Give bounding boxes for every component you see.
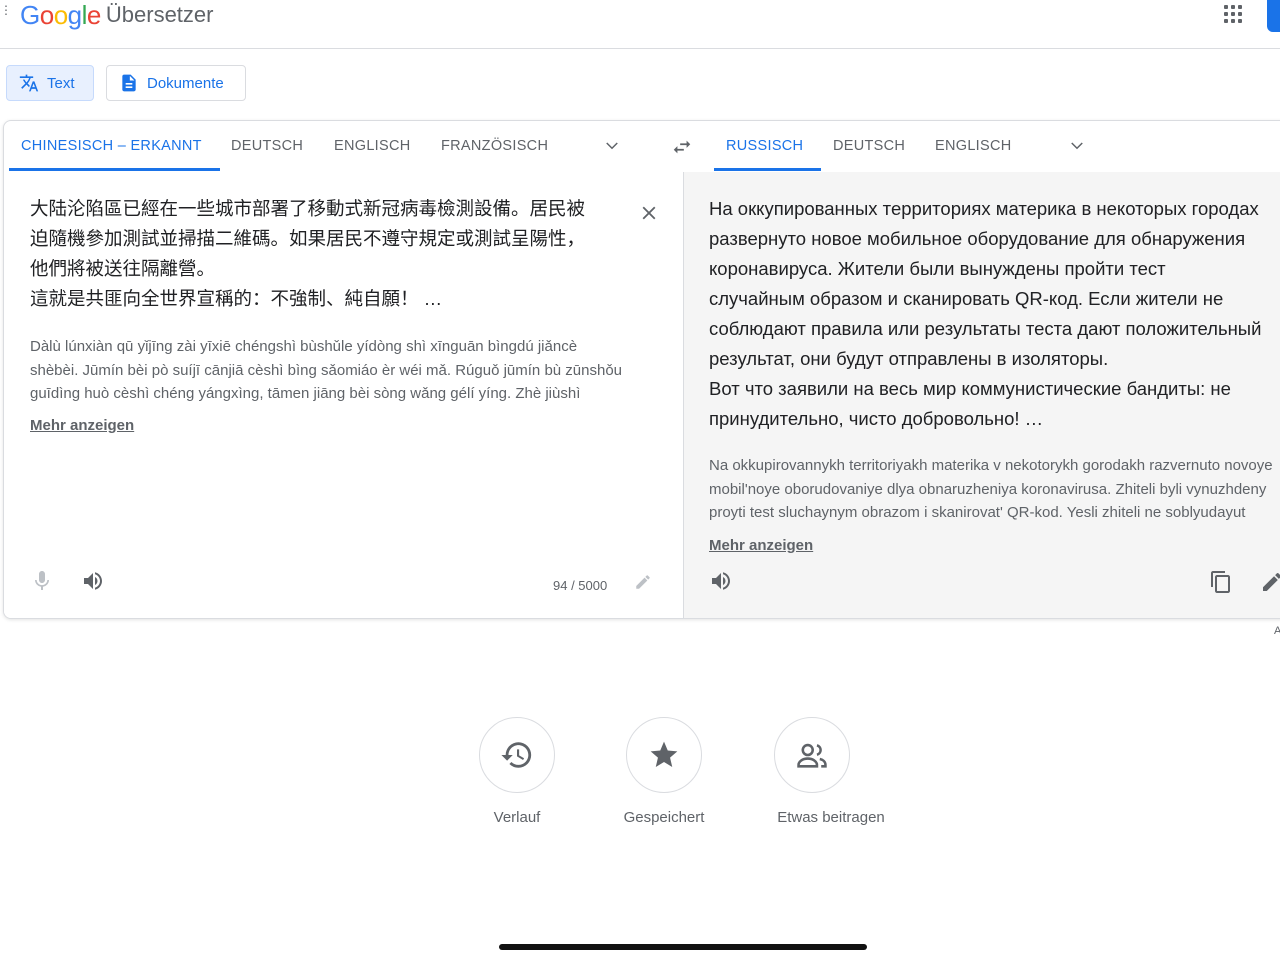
pencil-icon[interactable]: [634, 573, 652, 591]
sign-in-button[interactable]: [1267, 0, 1280, 32]
documents-mode-button[interactable]: Dokumente: [106, 65, 246, 101]
tab-source-french[interactable]: FRANZÖSISCH: [441, 121, 548, 171]
star-icon: [650, 741, 678, 767]
source-line: 迫隨機參加測試並掃描二維碼。如果居民不遵守規定或測試呈陽性，: [30, 228, 586, 249]
target-line: соблюдают правила или результаты теста д…: [709, 318, 1262, 339]
speaker-icon[interactable]: [709, 569, 733, 593]
speaker-icon[interactable]: [81, 569, 105, 593]
source-input[interactable]: 大陆沦陷區已經在一些城市部署了移動式新冠病毒檢測設備。居民被 迫隨機參加測試並掃…: [30, 194, 620, 314]
translit-line: proyti test sluchaynym obrazom i skaniro…: [709, 504, 1246, 521]
home-indicator[interactable]: [499, 944, 867, 950]
product-name: Übersetzer: [105, 2, 214, 27]
translit-line: shèbèi. Jūmín bèi pò suíjī cānjiā cèshì …: [30, 361, 623, 379]
tab-target-russian[interactable]: RUSSISCH: [713, 121, 822, 171]
translation-card: CHINESISCH – ERKANNT DEUTSCH ENGLISCH FR…: [3, 120, 1280, 619]
apps-grid-icon[interactable]: [1224, 5, 1242, 23]
microphone-icon[interactable]: [30, 569, 54, 593]
history-label: Verlauf: [493, 809, 541, 826]
source-line: 大陆沦陷區已經在一些城市部署了移動式新冠病毒檢測設備。居民被: [30, 198, 586, 219]
chevron-down-icon[interactable]: [1068, 137, 1086, 155]
pencil-icon[interactable]: [1260, 570, 1280, 594]
contribute-button[interactable]: Etwas beitragen: [772, 717, 890, 826]
logo[interactable]: Google Übersetzer: [20, 0, 213, 30]
source-line: 他們將被送往隔離營。: [30, 258, 216, 279]
show-more-link[interactable]: Mehr anzeigen: [709, 537, 813, 554]
close-icon[interactable]: [638, 202, 660, 224]
document-icon: [122, 74, 136, 92]
target-line: коронавируса. Жители были вынуждены прой…: [709, 258, 1166, 279]
history-icon: [501, 742, 532, 768]
history-circle[interactable]: [479, 717, 555, 793]
tab-target-german[interactable]: DEUTSCH: [833, 121, 905, 171]
translate-icon: [19, 74, 39, 92]
target-transliteration: Na okkupirovannykh territoriyakh materik…: [709, 454, 1280, 524]
source-line: 這就是共匪向全世界宣稱的：不強制、純自願！ …: [30, 288, 443, 309]
target-line: развернуто новое мобильное оборудование …: [709, 228, 1246, 249]
history-button[interactable]: Verlauf: [478, 717, 556, 826]
app-header: ⋮ Google Übersetzer: [0, 0, 1280, 49]
target-line: случайным образом и сканировать QR-код. …: [709, 288, 1224, 309]
language-bar: CHINESISCH – ERKANNT DEUTSCH ENGLISCH FR…: [4, 121, 1280, 173]
source-transliteration: Dàlù lúnxiàn qū yǐjīng zài yīxiē chéngsh…: [30, 335, 660, 405]
people-icon: [797, 743, 827, 768]
show-more-link[interactable]: Mehr anzeigen: [30, 417, 134, 434]
documents-mode-label: Dokumente: [147, 74, 224, 92]
source-pane: 大陆沦陷區已經在一些城市部署了移動式新冠病毒檢測設備。居民被 迫隨機參加測試並掃…: [4, 172, 684, 618]
target-line: На оккупированных территориях материка в…: [709, 198, 1259, 219]
tab-target-english[interactable]: ENGLISCH: [935, 121, 1012, 171]
text-mode-button[interactable]: Text: [6, 65, 94, 101]
google-logo-text: Google: [20, 0, 101, 30]
tab-source-german[interactable]: DEUTSCH: [231, 121, 303, 171]
contribute-circle[interactable]: [774, 717, 850, 793]
target-line: принудительно, чисто добровольно! …: [709, 408, 1044, 429]
tab-source-detected[interactable]: CHINESISCH – ERKANNT: [9, 121, 220, 171]
swap-languages-icon[interactable]: [671, 136, 693, 158]
copy-icon[interactable]: [1209, 570, 1233, 594]
target-line: результат, они будут отправлены в изолят…: [709, 348, 1109, 369]
tab-source-english[interactable]: ENGLISCH: [334, 121, 411, 171]
translit-line: mobil'noye oborudovaniye dlya obnaruzhen…: [709, 480, 1267, 498]
translit-line: Dàlù lúnxiàn qū yǐjīng zài yīxiē chéngsh…: [30, 338, 578, 355]
target-line: Вот что заявили на весь мир коммунистиче…: [709, 378, 1231, 399]
menu-icon[interactable]: ⋮: [0, 4, 12, 22]
translit-line: guīdìng huò cèshì chéng yángxìng, tāmen …: [30, 385, 581, 402]
saved-label: Gespeichert: [623, 809, 705, 826]
saved-circle[interactable]: [626, 717, 702, 793]
translation-output: На оккупированных территориях материка в…: [709, 194, 1280, 434]
translit-line: Na okkupirovannykh territoriyakh materik…: [709, 457, 1273, 474]
saved-button[interactable]: Gespeichert: [618, 717, 710, 826]
contribute-label: Etwas beitragen: [777, 809, 885, 826]
character-counter: 94 / 5000: [553, 578, 608, 593]
chevron-down-icon[interactable]: [603, 137, 621, 155]
edge-glyph: A: [1274, 625, 1280, 637]
target-pane: На оккупированных территориях материка в…: [684, 172, 1280, 618]
text-mode-label: Text: [47, 74, 75, 92]
